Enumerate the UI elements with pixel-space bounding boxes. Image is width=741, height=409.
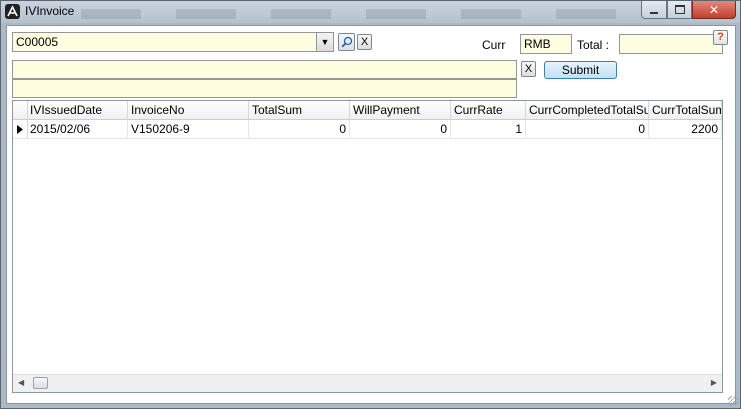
- clear-memo-button[interactable]: X: [521, 61, 536, 77]
- search-button[interactable]: [338, 33, 355, 51]
- cell-ivissueddate[interactable]: 2015/02/06: [27, 120, 128, 138]
- chevron-down-icon: ▼: [320, 37, 330, 47]
- column-header-currcompletedtotalsum[interactable]: CurrCompletedTotalSum: [526, 101, 649, 119]
- maximize-icon: [674, 5, 685, 14]
- column-header-ivissueddate[interactable]: IVIssuedDate: [27, 101, 128, 119]
- submit-button[interactable]: Submit: [544, 61, 617, 79]
- cell-currrate[interactable]: 1: [451, 120, 526, 138]
- column-header-currtotalsum[interactable]: CurrTotalSum: [649, 101, 722, 119]
- cell-totalsum[interactable]: 0: [249, 120, 350, 138]
- app-logo-icon: [5, 4, 20, 19]
- customer-combobox-value: C00005: [16, 35, 59, 49]
- close-button[interactable]: ✕: [692, 1, 736, 19]
- memo-field-1[interactable]: [12, 60, 517, 79]
- app-window: IVInvoice ✕ C00005 ▼ X Curr RMB Total :: [0, 0, 741, 409]
- horizontal-scrollbar[interactable]: ◀ ▶: [13, 374, 722, 392]
- row-selector[interactable]: [13, 120, 28, 138]
- scroll-thumb[interactable]: [33, 377, 48, 389]
- invoice-grid[interactable]: IVIssuedDate InvoiceNo TotalSum WillPaym…: [12, 100, 723, 393]
- cell-currtotalsum[interactable]: 2200: [649, 120, 722, 138]
- column-header-invoiceno[interactable]: InvoiceNo: [128, 101, 249, 119]
- cell-willpayment[interactable]: 0: [350, 120, 451, 138]
- maximize-button[interactable]: [667, 1, 692, 19]
- minimize-icon: [650, 11, 658, 14]
- cell-invoiceno[interactable]: V150206-9: [128, 120, 249, 138]
- resize-grip-icon[interactable]: [728, 396, 738, 406]
- column-header-totalsum[interactable]: TotalSum: [249, 101, 350, 119]
- window-title: IVInvoice: [25, 4, 75, 18]
- search-icon: [341, 36, 352, 48]
- scroll-left-icon[interactable]: ◀: [18, 378, 24, 387]
- close-icon: ✕: [708, 2, 720, 17]
- table-row[interactable]: 2015/02/06 V150206-9 0 0 1 0 2200: [13, 120, 722, 139]
- curr-label: Curr: [482, 38, 506, 52]
- customer-combobox-dropdown-button[interactable]: ▼: [316, 33, 333, 51]
- client-area: C00005 ▼ X Curr RMB Total : ? X Submit I…: [6, 25, 736, 404]
- grid-header: IVIssuedDate InvoiceNo TotalSum WillPaym…: [13, 101, 722, 120]
- scroll-right-icon[interactable]: ▶: [711, 378, 717, 387]
- column-header-currrate[interactable]: CurrRate: [451, 101, 526, 119]
- curr-field[interactable]: RMB: [520, 34, 572, 54]
- customer-combobox[interactable]: C00005 ▼: [12, 32, 334, 52]
- triangle-right-icon: [17, 124, 23, 134]
- memo-field-2[interactable]: [12, 79, 517, 98]
- title-bar[interactable]: IVInvoice ✕: [1, 1, 740, 23]
- minimize-button[interactable]: [641, 1, 667, 19]
- title-bar-background-blur: [81, 9, 641, 19]
- help-button[interactable]: ?: [713, 30, 728, 45]
- total-label: Total :: [577, 38, 610, 52]
- clear-customer-button[interactable]: X: [357, 34, 372, 50]
- grid-corner: [13, 101, 28, 119]
- total-field[interactable]: [619, 34, 723, 54]
- cell-currcompletedtotalsum[interactable]: 0: [526, 120, 649, 138]
- column-header-willpayment[interactable]: WillPayment: [350, 101, 451, 119]
